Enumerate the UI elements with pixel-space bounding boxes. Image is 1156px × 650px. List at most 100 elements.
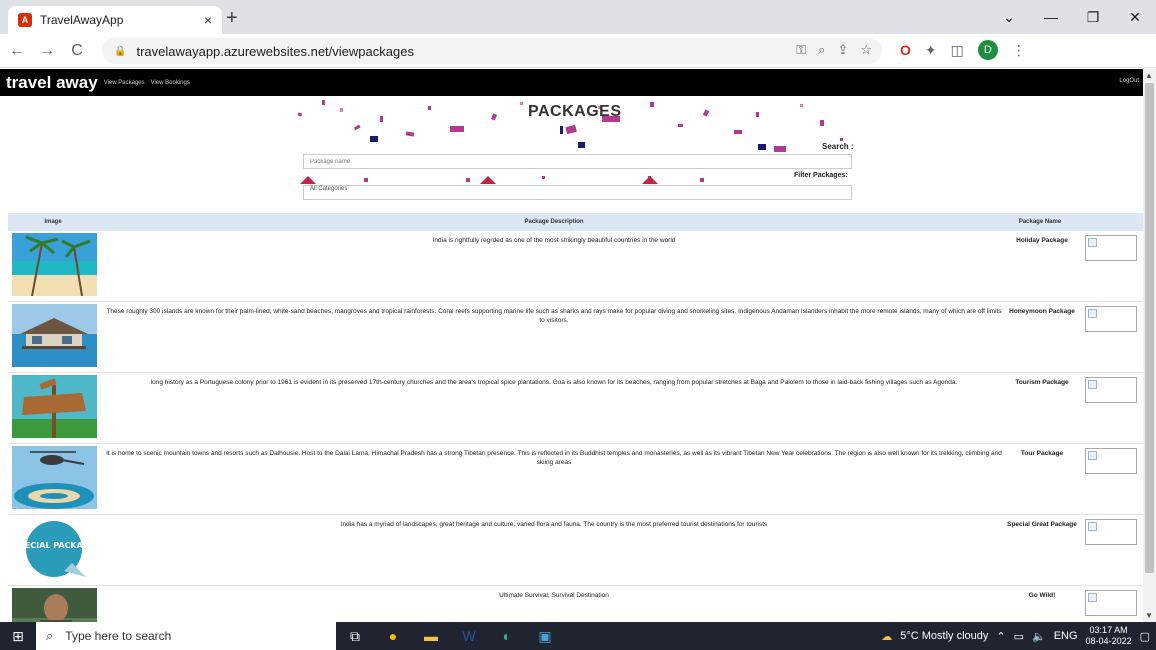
notifications-icon[interactable]: ▢ <box>1140 630 1150 643</box>
table-row: SPECIAL PACKAGE India has a myriad of la… <box>8 515 1143 586</box>
photos-icon[interactable]: ▣ <box>526 628 564 645</box>
table-row: long history as a Portuguese colony prio… <box>8 373 1143 444</box>
reload-button[interactable]: C <box>64 42 90 60</box>
key-icon[interactable]: ⚿ <box>796 42 806 58</box>
nav-view-packages[interactable]: View Packages <box>104 80 145 86</box>
language-indicator[interactable]: ENG <box>1054 630 1078 642</box>
category-filter-select[interactable]: All Categories <box>303 185 852 200</box>
close-window-button[interactable]: ✕ <box>1114 0 1156 34</box>
search-icon: ⌕ <box>46 628 54 643</box>
browser-tab-bar: A TravelAwayApp × + ⌄ — ❐ ✕ <box>0 0 1156 34</box>
side-panel-icon[interactable]: ◫ <box>951 42 964 59</box>
search-label: Search : <box>822 142 854 151</box>
broken-image-icon[interactable] <box>1085 448 1137 474</box>
opera-extension-icon[interactable]: O <box>900 42 911 58</box>
page-scrollbar[interactable]: ▲ ▼ <box>1143 69 1156 622</box>
package-name: Tourism Package <box>1015 379 1069 386</box>
table-row: These roughly 300 islands are known for … <box>8 302 1143 373</box>
svg-text:SPECIAL PACKAGE: SPECIAL PACKAGE <box>13 541 95 550</box>
package-name: Holiday Package <box>1016 237 1068 244</box>
forward-button[interactable]: → <box>34 42 60 60</box>
maximize-button[interactable]: ❐ <box>1072 0 1114 34</box>
edge-icon[interactable]: ◐ <box>488 628 526 644</box>
beach-palm-image <box>12 233 97 296</box>
header-description: Package Description <box>524 219 584 225</box>
window-controls: ⌄ — ❐ ✕ <box>988 0 1156 34</box>
broken-image-icon[interactable] <box>1085 590 1137 616</box>
logout-link[interactable]: LogOut <box>1119 78 1139 84</box>
url-bar[interactable]: 🔒 travelawayapp.azurewebsites.net/viewpa… <box>102 38 882 64</box>
tab-close-icon[interactable]: × <box>204 12 212 28</box>
package-description: India is rightfully regrded as one of th… <box>432 237 676 244</box>
helicopter-island-image <box>12 446 97 509</box>
package-search-input[interactable] <box>303 154 852 169</box>
lock-icon[interactable]: 🔒 <box>114 46 126 57</box>
package-description: Ultimate Survival, Survival Destination <box>499 592 609 599</box>
menu-kebab-icon[interactable]: ⋮ <box>1012 42 1026 59</box>
browser-tab[interactable]: A TravelAwayApp × <box>8 6 222 34</box>
broken-image-icon[interactable] <box>1085 235 1137 261</box>
system-tray: ☁ 5°C Mostly cloudy ⌃ ▭ 🔈 ENG 03:17 AM 0… <box>881 622 1150 650</box>
broken-image-icon[interactable] <box>1085 306 1137 332</box>
omnibox-icons: ⚿ ⌕ ⇪ ☆ <box>796 42 872 58</box>
broken-image-icon[interactable] <box>1085 377 1137 403</box>
packages-header: PACKAGES Search : Filter Packages: All C… <box>0 96 1143 210</box>
package-description: India has a myriad of landscapes, great … <box>340 521 768 528</box>
weather-icon[interactable]: ☁ <box>881 630 892 643</box>
tab-search-chevron-icon[interactable]: ⌄ <box>988 0 1030 34</box>
clock[interactable]: 03:17 AM 08-04-2022 <box>1086 625 1132 647</box>
table-header: Image Package Description Package Name <box>8 213 1143 231</box>
network-icon[interactable]: ▭ <box>1014 630 1024 643</box>
filter-label: Filter Packages: <box>794 172 848 179</box>
packages-table: Image Package Description Package Name I… <box>8 213 1143 622</box>
tray-chevron-icon[interactable]: ⌃ <box>996 630 1005 643</box>
water-villa-image <box>12 304 97 367</box>
explore-sign-image <box>12 375 97 438</box>
package-description: It is home to scenic mountain towns and … <box>106 450 1002 466</box>
header-image: Image <box>44 219 62 225</box>
site-navbar: travel away View Packages View Bookings … <box>0 69 1143 96</box>
bookmark-star-icon[interactable]: ☆ <box>860 42 872 58</box>
extension-icons: O ✦ ◫ D ⋮ <box>900 40 1026 60</box>
package-name: Honeymoon Package <box>1009 308 1075 315</box>
url-text[interactable]: travelawayapp.azurewebsites.net/viewpack… <box>136 44 414 59</box>
volume-icon[interactable]: 🔈 <box>1032 630 1046 643</box>
back-button[interactable]: ← <box>4 42 30 60</box>
angular-favicon-icon: A <box>18 13 32 27</box>
site-brand[interactable]: travel away <box>6 73 98 93</box>
file-explorer-icon[interactable]: ▬ <box>412 628 450 644</box>
clock-time: 03:17 AM <box>1089 625 1128 635</box>
clock-date: 08-04-2022 <box>1085 636 1132 646</box>
task-view-icon[interactable]: ⧉ <box>336 628 374 645</box>
word-icon[interactable]: W <box>450 628 488 644</box>
package-name: Special Great Package <box>1007 521 1077 528</box>
zoom-icon[interactable]: ⌕ <box>818 42 825 58</box>
scrollbar-thumb[interactable] <box>1145 83 1154 573</box>
nav-view-bookings[interactable]: View Bookings <box>151 80 190 86</box>
chrome-icon[interactable]: ● <box>374 628 412 644</box>
extensions-puzzle-icon[interactable]: ✦ <box>925 42 937 59</box>
table-row: It is home to scenic mountain towns and … <box>8 444 1143 515</box>
share-icon[interactable]: ⇪ <box>837 42 848 58</box>
page-title: PACKAGES <box>528 103 622 120</box>
header-package-name: Package Name <box>1018 219 1062 225</box>
address-toolbar: ← → C 🔒 travelawayapp.azurewebsites.net/… <box>0 34 1156 68</box>
new-tab-button[interactable]: + <box>226 8 238 28</box>
special-package-sticker-image: SPECIAL PACKAGE <box>12 517 97 580</box>
taskbar-search[interactable]: ⌕ Type here to search <box>36 622 336 650</box>
web-page: travel away View Packages View Bookings … <box>0 69 1143 622</box>
package-description: These roughly 300 islands are known for … <box>106 308 1002 324</box>
package-description: long history as a Portuguese colony prio… <box>150 379 958 386</box>
minimize-button[interactable]: — <box>1030 0 1072 34</box>
table-row: Ultimate Survival, Survival Destination … <box>8 586 1143 622</box>
package-name: Go Wild! <box>1028 592 1056 599</box>
scroll-down-icon[interactable]: ▼ <box>1145 611 1153 620</box>
table-row: India is rightfully regrded as one of th… <box>8 231 1143 302</box>
package-name: Tour Package <box>1020 450 1064 457</box>
profile-avatar[interactable]: D <box>977 40 998 60</box>
scroll-up-icon[interactable]: ▲ <box>1145 71 1153 80</box>
windows-start-icon[interactable]: ⊞ <box>0 628 36 645</box>
weather-text[interactable]: 5°C Mostly cloudy <box>900 630 988 642</box>
broken-image-icon[interactable] <box>1085 519 1137 545</box>
tab-title: TravelAwayApp <box>40 13 124 27</box>
